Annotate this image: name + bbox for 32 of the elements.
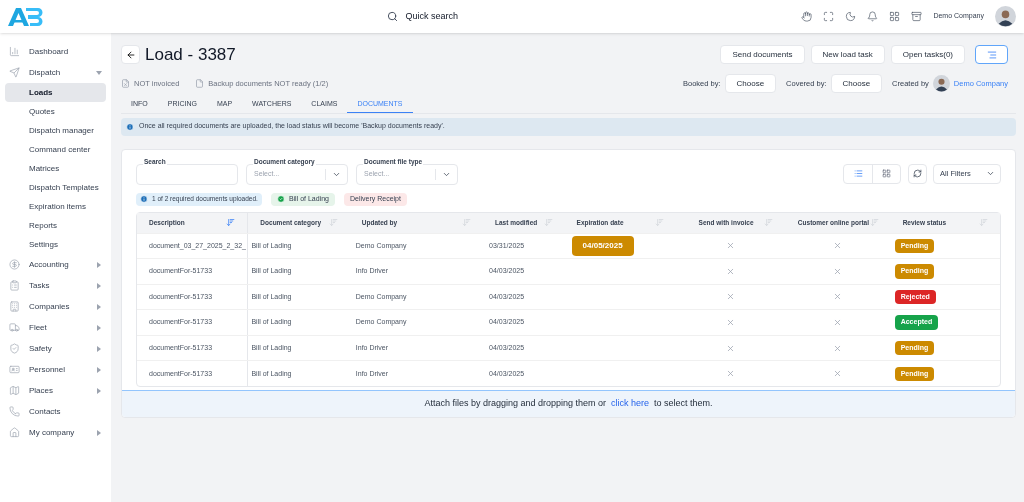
submenu-item[interactable]: Settings — [5, 235, 106, 254]
sidebar-item[interactable]: Accounting — [5, 254, 106, 275]
submenu-item[interactable]: Dispatch Templates — [5, 178, 106, 197]
submenu-item[interactable]: Quotes — [5, 102, 106, 121]
sidebar-item[interactable]: Contacts — [5, 401, 106, 422]
submenu-item[interactable]: Matrices — [5, 159, 106, 178]
sidebar-item[interactable]: Companies — [5, 296, 106, 317]
click-here-link[interactable]: click here — [611, 397, 650, 411]
submenu-item[interactable]: Dispatch manager — [5, 121, 106, 140]
submenu-item[interactable]: Reports — [5, 216, 106, 235]
choose-button[interactable]: Choose — [724, 74, 777, 93]
submenu-item[interactable]: Loads — [5, 83, 106, 102]
sidebar-item[interactable]: Places — [5, 380, 106, 401]
sidebar-item[interactable]: Fleet — [5, 317, 106, 338]
sidebar-item[interactable]: Personnel — [5, 359, 106, 380]
dropzone-text: to select them. — [654, 397, 713, 411]
submenu-item[interactable]: Expiration items — [5, 197, 106, 216]
file-dropzone[interactable]: Attach files by dragging and dropping them or click here to select them. — [122, 390, 1015, 418]
expiration-date-badge: 04/05/2025 — [571, 235, 634, 256]
sidebar-item[interactable]: Dashboard — [5, 41, 106, 62]
submenu-item[interactable]: Command center — [5, 140, 106, 159]
quick-search[interactable]: Quick search — [387, 9, 458, 24]
dropzone-text: Attach files by dragging and dropping them or — [424, 397, 607, 411]
choose-button[interactable]: Choose — [830, 74, 883, 93]
sidebar-item[interactable]: Tasks — [5, 275, 106, 296]
action-button[interactable]: Send documents — [720, 45, 805, 65]
sidebar-item[interactable]: Safety — [5, 338, 106, 359]
page-title: Load - 3387 — [145, 44, 237, 66]
action-button[interactable]: New load task — [810, 45, 885, 65]
sidebar-item[interactable]: My company — [5, 422, 106, 443]
action-button[interactable]: Open tasks(0) — [890, 45, 965, 65]
sidebar-item[interactable]: Dispatch — [5, 62, 106, 83]
